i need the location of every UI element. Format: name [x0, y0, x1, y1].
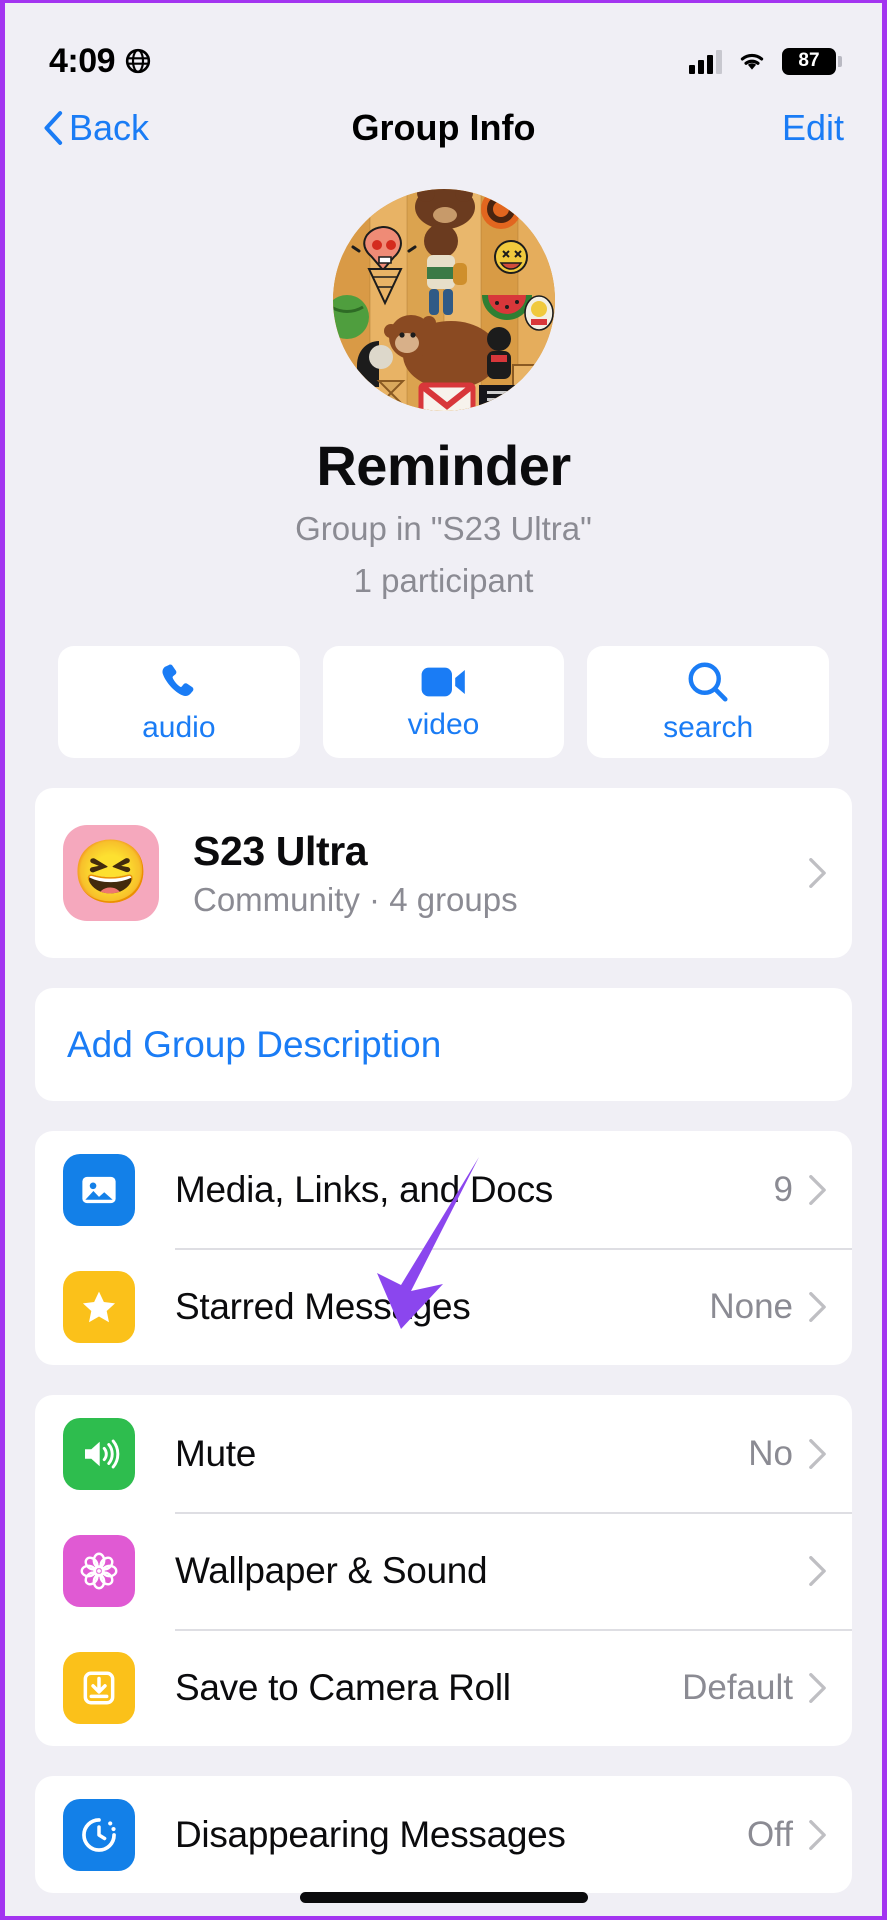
search-button[interactable]: search: [587, 646, 830, 759]
save-to-camera-roll-row[interactable]: Save to Camera Roll Default: [35, 1629, 852, 1746]
chevron-right-icon: [809, 1438, 826, 1469]
mute-value: No: [748, 1433, 793, 1473]
community-title: S23 Ultra: [193, 827, 368, 874]
community-subtitle: Community · 4 groups: [193, 880, 518, 918]
media-links-docs-row[interactable]: Media, Links, and Docs 9: [35, 1131, 852, 1248]
status-time: 4:09: [49, 41, 116, 80]
quick-actions-row: audio video search: [5, 602, 882, 759]
status-bar-left: 4:09: [49, 42, 151, 81]
back-button[interactable]: Back: [43, 107, 149, 149]
group-avatar[interactable]: [332, 189, 555, 411]
media-section-card: Media, Links, and Docs 9 Starred Message…: [35, 1131, 852, 1366]
disappearing-messages-row[interactable]: Disappearing Messages Off: [35, 1776, 852, 1893]
flower-icon: [63, 1534, 135, 1607]
avatar-image: [332, 189, 555, 411]
audio-call-button[interactable]: audio: [58, 646, 300, 759]
wallpaper-and-sound-row[interactable]: Wallpaper & Sound: [35, 1512, 852, 1629]
search-label: search: [663, 711, 754, 745]
save-to-camera-roll-label: Save to Camera Roll: [175, 1666, 511, 1708]
wallpaper-and-sound-label: Wallpaper & Sound: [175, 1549, 488, 1591]
search-icon: [688, 663, 728, 703]
media-links-docs-label: Media, Links, and Docs: [175, 1168, 553, 1210]
back-label: Back: [69, 107, 150, 148]
photo-icon: [63, 1153, 135, 1226]
speaker-icon: [63, 1417, 135, 1490]
disappearing-messages-label: Disappearing Messages: [175, 1813, 566, 1855]
edit-button[interactable]: Edit: [782, 107, 844, 149]
group-name: Reminder: [316, 434, 571, 497]
video-camera-icon: [421, 668, 465, 697]
chevron-right-icon: [809, 1174, 826, 1205]
group-description-card: Add Group Description: [35, 988, 852, 1102]
phone-icon: [162, 665, 194, 697]
media-links-docs-value: 9: [773, 1169, 793, 1209]
disappearing-messages-value: Off: [746, 1814, 793, 1854]
star-icon: [63, 1270, 135, 1343]
video-call-label: video: [407, 708, 480, 742]
chevron-right-icon: [809, 1291, 826, 1322]
globe-icon: [125, 48, 151, 74]
chevron-right-icon: [809, 858, 826, 889]
home-indicator: [299, 1892, 588, 1903]
battery-level: 87: [798, 50, 820, 71]
community-row[interactable]: 😆 S23 Ultra Community · 4 groups: [35, 788, 852, 958]
community-card: 😆 S23 Ultra Community · 4 groups: [35, 788, 852, 959]
starred-messages-label: Starred Messages: [175, 1285, 471, 1327]
group-participants-count: 1 participant: [353, 562, 534, 600]
cellular-signal-icon: [689, 48, 722, 74]
navigation-bar: Back Group Info Edit: [5, 89, 882, 167]
mute-label: Mute: [175, 1432, 257, 1474]
group-parent-community: Group in "S23 Ultra": [295, 510, 592, 547]
privacy-section-card: Disappearing Messages Off: [35, 1776, 852, 1894]
chevron-right-icon: [809, 1819, 826, 1850]
chat-settings-card: Mute No Wallpaper & Sound Save to Camera…: [35, 1395, 852, 1747]
phone-screen: 4:09 87 Back Group Info Edit Reminder Gr…: [0, 0, 887, 1920]
starred-messages-value: None: [709, 1286, 793, 1326]
chevron-left-icon: [44, 111, 63, 145]
starred-messages-row[interactable]: Starred Messages None: [35, 1248, 852, 1365]
community-emoji-avatar: 😆: [63, 825, 159, 922]
status-bar-right: 87: [689, 47, 842, 75]
audio-call-label: audio: [142, 711, 216, 745]
add-group-description-label: Add Group Description: [67, 1023, 442, 1065]
profile-header: Reminder Group in "S23 Ultra" 1 particip…: [5, 167, 882, 602]
timer-icon: [63, 1798, 135, 1871]
chevron-right-icon: [809, 1672, 826, 1703]
community-text: S23 Ultra Community · 4 groups: [193, 828, 809, 919]
video-call-button[interactable]: video: [322, 646, 565, 759]
status-bar: 4:09 87: [5, 3, 882, 89]
mute-row[interactable]: Mute No: [35, 1395, 852, 1512]
add-group-description-button[interactable]: Add Group Description: [35, 988, 852, 1101]
wifi-icon: [740, 53, 764, 70]
battery-indicator: 87: [782, 47, 842, 75]
laughing-emoji-icon: 😆: [72, 838, 150, 908]
chevron-right-icon: [809, 1555, 826, 1586]
save-to-camera-roll-value: Default: [682, 1667, 793, 1707]
download-icon: [63, 1651, 135, 1724]
